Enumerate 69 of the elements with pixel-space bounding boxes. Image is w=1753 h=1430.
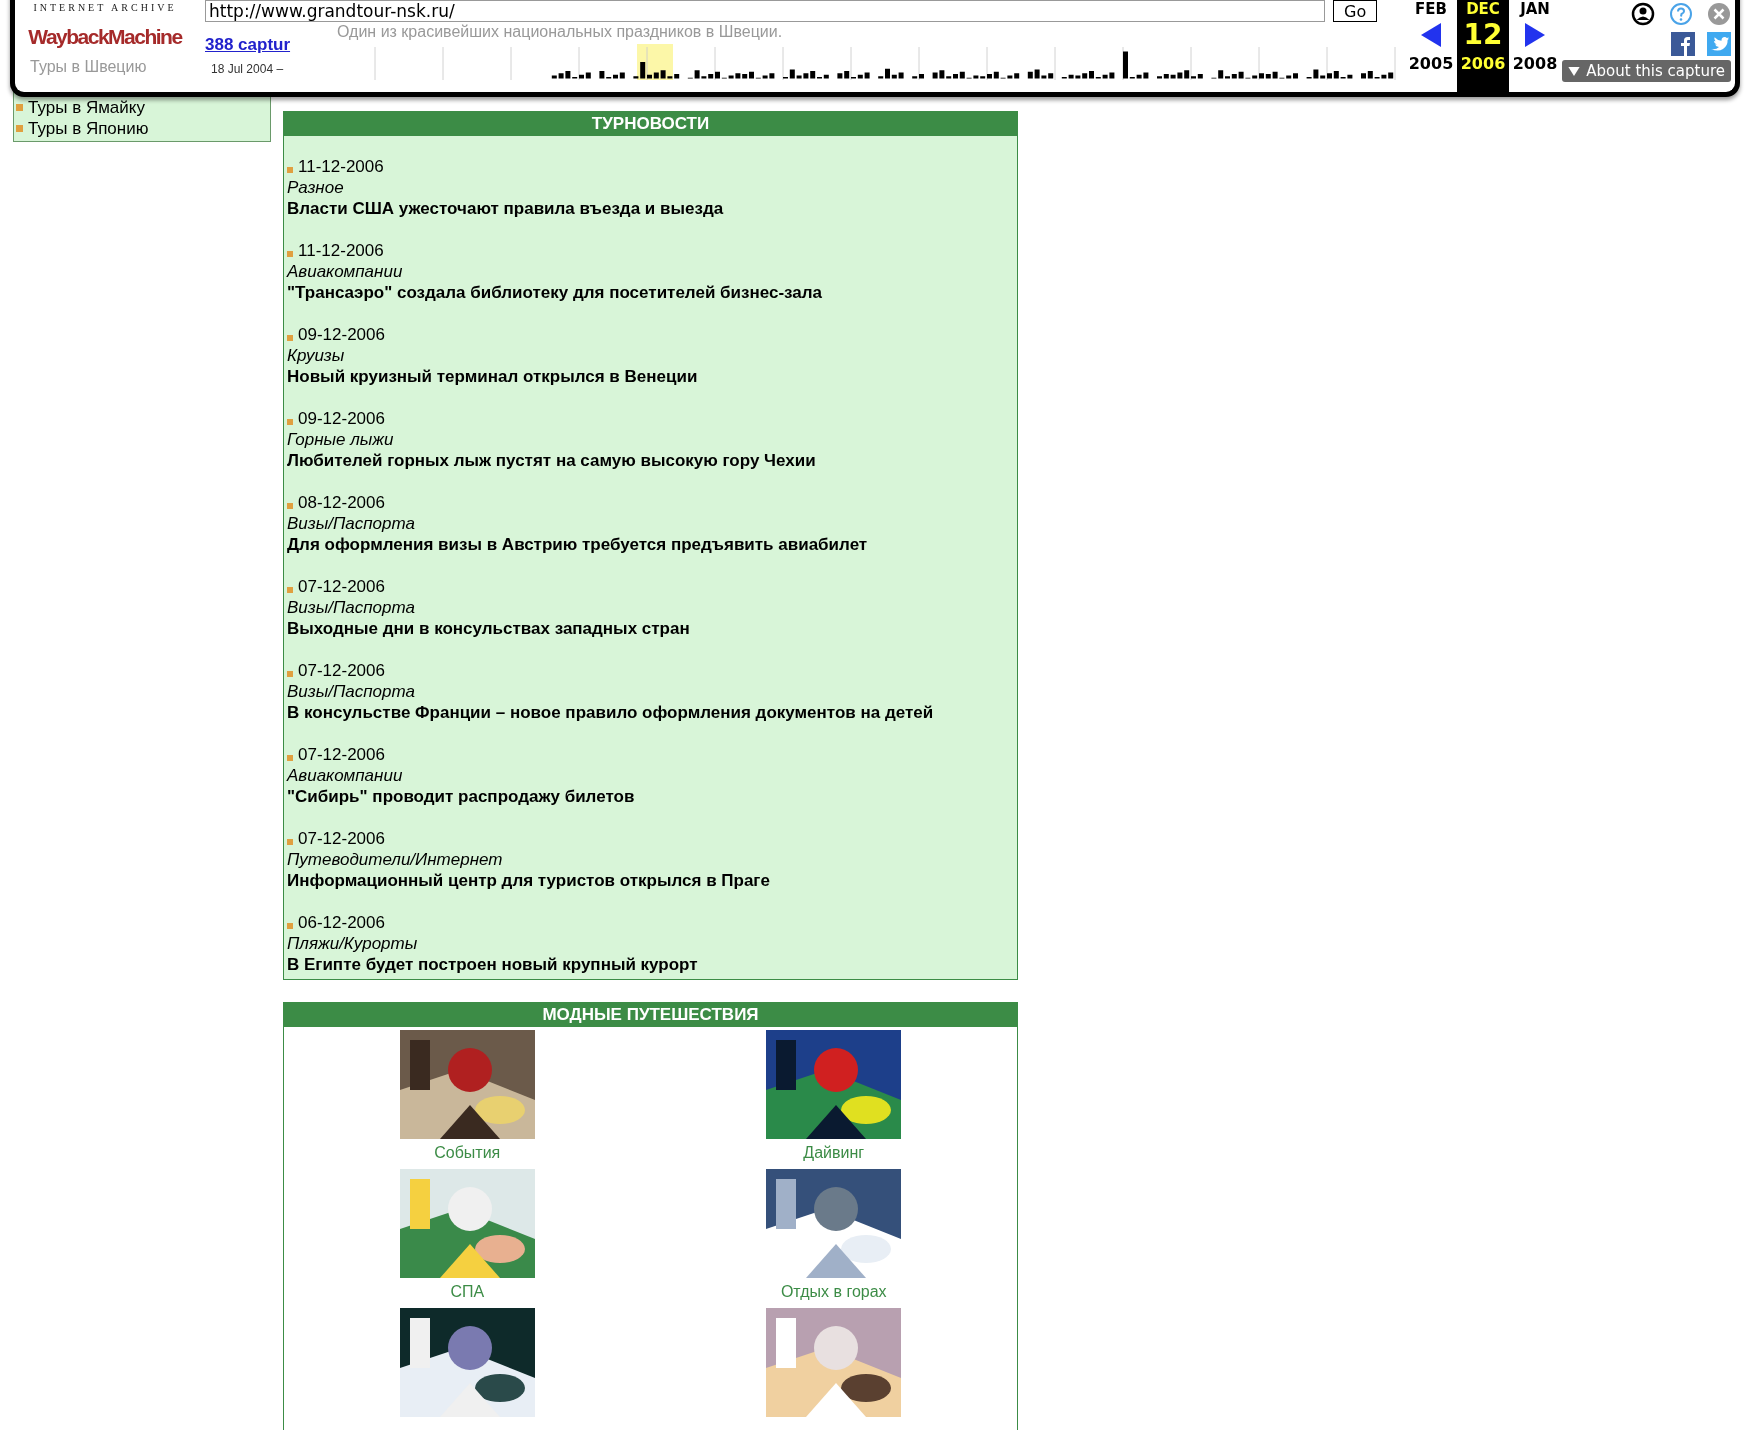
news-category: Разное: [287, 177, 345, 198]
about-capture-button[interactable]: About this capture: [1562, 60, 1731, 82]
bullet-icon: [16, 104, 23, 111]
bullet-icon: [287, 167, 293, 173]
news-date: 08-12-2006: [298, 492, 385, 513]
news-category: Визы/Паспорта: [287, 681, 416, 702]
news-headline[interactable]: "Трансаэро" создала библиотеку для посетителей бизнес-зала: [287, 282, 1014, 303]
wayback-logo[interactable]: WaybackMachine: [28, 23, 182, 51]
captures-link[interactable]: 388 captur: [205, 34, 291, 56]
trip-link[interactable]: События: [434, 1144, 501, 1162]
news-category: Круизы: [287, 345, 346, 366]
background-text: Один из красивейших национальных праздников в Швеции.: [337, 22, 783, 42]
date-range: 18 Jul 2004 –: [210, 62, 285, 76]
trip-link[interactable]: Дайвинг: [803, 1144, 865, 1162]
bullet-icon: [16, 125, 23, 132]
bullet-icon: [287, 503, 293, 509]
sidebar-item[interactable]: Туры в Японию: [16, 118, 270, 139]
user-icon[interactable]: [1631, 2, 1655, 26]
news-headline[interactable]: Для оформления визы в Австрию требуется предъявить авиабилет: [287, 534, 1014, 555]
current-date[interactable]: DEC 12 2006: [1457, 0, 1509, 92]
news-category: Визы/Паспорта: [287, 597, 416, 618]
sidebar-item[interactable]: Туры в Ямайку: [16, 97, 270, 118]
news-date: 07-12-2006: [298, 828, 385, 849]
news-headline[interactable]: Власти США ужесточают правила въезда и выезда: [287, 198, 1014, 219]
bullet-icon: [287, 923, 293, 929]
news-headline[interactable]: Информационный центр для туристов открылся в Праге: [287, 870, 1014, 891]
news-category: Горные лыжи: [287, 429, 395, 450]
news-category: Авиакомпании: [287, 765, 404, 786]
news-date: 09-12-2006: [298, 408, 385, 429]
trip-link[interactable]: Отдых в горах: [780, 1283, 887, 1301]
bullet-icon: [287, 419, 293, 425]
news-date: 11-12-2006: [298, 156, 384, 177]
twitter-icon[interactable]: [1707, 32, 1731, 56]
next-arrow-icon[interactable]: [1525, 23, 1545, 47]
panel-header: ТУРНОВОСТИ: [284, 112, 1017, 136]
bullet-icon: [287, 335, 293, 341]
news-headline[interactable]: Новый круизный терминал открылся в Венеции: [287, 366, 1014, 387]
news-category: Путеводители/Интернет: [287, 849, 504, 870]
facebook-icon[interactable]: [1671, 32, 1695, 56]
news-date: 09-12-2006: [298, 324, 385, 345]
news-headline[interactable]: "Сибирь" проводит распродажу билетов: [287, 786, 1014, 807]
calendar-month[interactable]: JAN 2008: [1509, 0, 1561, 92]
news-category: Авиакомпании: [287, 261, 404, 282]
news-date: 07-12-2006: [298, 744, 385, 765]
bullet-icon: [287, 587, 293, 593]
news-category: Визы/Паспорта: [287, 513, 416, 534]
news-headline[interactable]: Выходные дни в консульствах западных стран: [287, 618, 1014, 639]
close-icon[interactable]: [1707, 2, 1731, 26]
go-button[interactable]: Go: [1333, 0, 1378, 22]
news-date: 07-12-2006: [298, 660, 385, 681]
news-headline[interactable]: В консульстве Франции – новое правило оформления документов на детей: [287, 702, 1014, 723]
bullet-icon: [287, 251, 293, 257]
logo-caption: INTERNET ARCHIVE: [33, 2, 177, 13]
trip-link[interactable]: СПА: [450, 1283, 485, 1301]
news-date: 06-12-2006: [298, 912, 385, 933]
help-icon[interactable]: [1669, 2, 1693, 26]
url-field[interactable]: http://www.grandtour-nsk.ru/: [205, 0, 1325, 22]
bullet-icon: [287, 671, 293, 677]
news-headline[interactable]: В Египте будет построен новый крупный курорт: [287, 954, 1014, 975]
news-category: Пляжи/Курорты: [287, 933, 419, 954]
bullet-icon: [287, 839, 293, 845]
caret-icon: [1568, 66, 1581, 76]
bullet-icon: [287, 755, 293, 761]
news-date: 11-12-2006: [298, 240, 384, 261]
calendar-month[interactable]: FEB 2005: [1405, 0, 1457, 92]
news-headline[interactable]: Любителей горных лыж пустят на самую высокую гору Чехии: [287, 450, 1014, 471]
previous-arrow-icon[interactable]: [1421, 23, 1441, 47]
panel-header: МОДНЫЕ ПУТЕШЕСТВИЯ: [284, 1003, 1017, 1027]
news-date: 07-12-2006: [298, 576, 385, 597]
